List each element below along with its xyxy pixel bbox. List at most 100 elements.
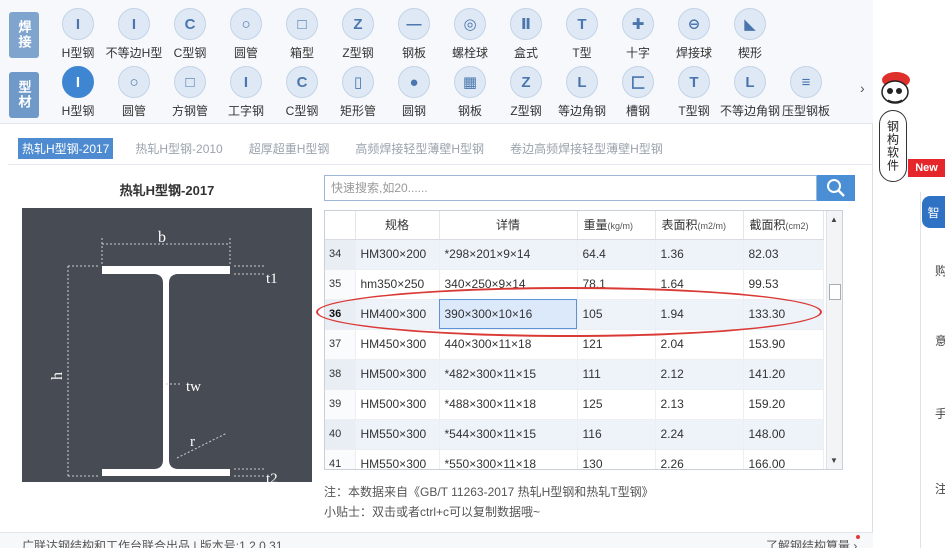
palette-item-profiled-plate[interactable]: ≡ 压型钢板 [778, 66, 834, 120]
cell-weight[interactable]: 125 [577, 389, 656, 420]
cell-section[interactable]: 82.03 [743, 239, 824, 270]
palette-item-round-tube[interactable]: ○ 圆管 [218, 8, 274, 62]
cell-detail[interactable]: *544×300×11×15 [439, 419, 578, 450]
cell-detail[interactable]: *550×300×11×18 [439, 449, 578, 469]
cell-weight[interactable]: 121 [577, 329, 656, 360]
subtab[interactable]: 超厚超重H型钢 [245, 138, 334, 159]
cell-surface[interactable]: 2.26 [655, 449, 744, 469]
cell-section[interactable]: 133.30 [743, 299, 824, 330]
palette-item-round-tube[interactable]: ○ 圆管 [106, 66, 162, 120]
cell-weight[interactable]: 64.4 [577, 239, 656, 270]
table-row[interactable]: 36 HM400×300 390×300×10×16 105 1.94 133.30 [325, 299, 824, 330]
palette-item-welded-ball[interactable]: ⊖ 焊接球 [666, 8, 722, 62]
table-scrollbar[interactable]: ▲ ▼ [826, 211, 842, 469]
palette-item-round-bar[interactable]: ● 圆钢 [386, 66, 442, 120]
palette-item-equal-angle[interactable]: L 等边角钢 [554, 66, 610, 120]
cell-section[interactable]: 159.20 [743, 389, 824, 420]
cell-surface[interactable]: 2.13 [655, 389, 744, 420]
palette-item-unequal-h[interactable]: I 不等边H型 [106, 8, 162, 62]
cell-detail[interactable]: *482×300×11×15 [439, 359, 578, 390]
cell-spec[interactable]: HM500×300 [355, 359, 440, 390]
table-row[interactable]: 41 HM550×300 *550×300×11×18 130 2.26 166.00 [325, 449, 824, 469]
cell-section[interactable]: 99.53 [743, 269, 824, 300]
col-weight-header[interactable]: 重量(kg/m) [577, 211, 656, 240]
cell-surface[interactable]: 1.94 [655, 299, 744, 330]
palette-item-label: 箱型 [289, 46, 314, 60]
palette-item-cross-section[interactable]: ✚ 十字 [610, 8, 666, 62]
cell-section[interactable]: 166.00 [743, 449, 824, 469]
cell-section[interactable]: 148.00 [743, 419, 824, 450]
table-row[interactable]: 40 HM550×300 *544×300×11×15 116 2.24 148.00 [325, 419, 824, 450]
cell-weight[interactable]: 105 [577, 299, 656, 330]
palette-item-t-section[interactable]: T T型 [554, 8, 610, 62]
cell-weight[interactable]: 111 [577, 359, 656, 390]
palette-item-I-beam[interactable]: I H型钢 [50, 66, 106, 120]
search-button[interactable] [817, 175, 855, 201]
cell-spec[interactable]: HM400×300 [355, 299, 440, 330]
subtab[interactable]: 热轧H型钢-2010 [131, 138, 226, 159]
palette-item-square-tube[interactable]: □ 方钢管 [162, 66, 218, 120]
palette-item-box-type[interactable]: Ⅱ 盒式 [498, 8, 554, 62]
cell-detail[interactable]: *298×201×9×14 [439, 239, 578, 270]
palette-item-label: T型钢 [678, 104, 710, 118]
palette-item-channel[interactable]: 匚槽钢 [610, 66, 666, 120]
palette-item-i-steel[interactable]: I 工字钢 [218, 66, 274, 120]
palette-item-label: 圆钢 [401, 104, 426, 118]
cell-surface[interactable]: 2.24 [655, 419, 744, 450]
cell-weight[interactable]: 78.1 [577, 269, 656, 300]
col-spec-header[interactable]: 规格 [355, 211, 440, 240]
palette-item-c-channel[interactable]: C C型钢 [162, 8, 218, 62]
table-row[interactable]: 37 HM450×300 440×300×11×18 121 2.04 153.90 [325, 329, 824, 360]
scroll-thumb[interactable] [829, 284, 841, 300]
cell-spec[interactable]: hm350×250 [355, 269, 440, 300]
palette-item-rect-tube[interactable]: ▯ 矩形管 [330, 66, 386, 120]
cell-surface[interactable]: 1.64 [655, 269, 744, 300]
subtab[interactable]: 卷边高频焊接轻型薄壁H型钢 [506, 138, 667, 159]
cell-spec[interactable]: HM550×300 [355, 449, 440, 469]
palette-item-label: 十字 [625, 46, 650, 60]
cell-detail[interactable]: *488×300×11×18 [439, 389, 578, 420]
cell-surface[interactable]: 2.04 [655, 329, 744, 360]
cell-detail[interactable]: 440×300×11×18 [439, 329, 578, 360]
subtab[interactable]: 热轧H型钢-2017 [18, 137, 114, 159]
palette-item-z-section[interactable]: Z Z型钢 [330, 8, 386, 62]
cell-spec[interactable]: HM300×200 [355, 239, 440, 270]
col-section-header[interactable]: 截面积(cm2) [743, 211, 824, 240]
scroll-up-icon[interactable]: ▲ [830, 215, 838, 224]
learn-more-link[interactable]: 了解钢结构算量 › [766, 537, 857, 548]
cell-weight[interactable]: 116 [577, 419, 656, 450]
chevron-right-icon[interactable]: › [860, 80, 865, 96]
cell-spec[interactable]: HM500×300 [355, 389, 440, 420]
col-surface-header[interactable]: 表面积(m2/m) [655, 211, 744, 240]
palette-item-I-beam[interactable]: I H型钢 [50, 8, 106, 62]
table-row[interactable]: 39 HM500×300 *488×300×11×18 125 2.13 159.20 [325, 389, 824, 420]
palette-item-z-section[interactable]: Z Z型钢 [498, 66, 554, 120]
palette-item-t-section[interactable]: T T型钢 [666, 66, 722, 120]
table-row[interactable]: 35 hm350×250 340×250×9×14 78.1 1.64 99.53 [325, 269, 824, 300]
scroll-down-icon[interactable]: ▼ [830, 456, 838, 465]
cell-detail[interactable]: 340×250×9×14 [439, 269, 578, 300]
search-input[interactable] [325, 176, 816, 200]
cell-surface[interactable]: 2.12 [655, 359, 744, 390]
table-row[interactable]: 38 HM500×300 *482×300×11×15 111 2.12 141.20 [325, 359, 824, 390]
cell-surface[interactable]: 1.36 [655, 239, 744, 270]
palette-item-bolt-ball[interactable]: ◎ 螺栓球 [442, 8, 498, 62]
cell-section[interactable]: 153.90 [743, 329, 824, 360]
cell-spec[interactable]: HM450×300 [355, 329, 440, 360]
group-tab-welded[interactable]: 焊接 [9, 12, 39, 58]
palette-item-c-channel[interactable]: C C型钢 [274, 66, 330, 120]
palette-item-box-section[interactable]: □ 箱型 [274, 8, 330, 62]
palette-item-wedge[interactable]: ◣ 楔形 [722, 8, 778, 62]
side-panel-tab[interactable]: 智 [922, 196, 945, 228]
col-detail-header[interactable]: 详情 [439, 211, 578, 240]
table-row[interactable]: 34 HM300×200 *298×201×9×14 64.4 1.36 82.03 [325, 239, 824, 270]
cell-weight[interactable]: 130 [577, 449, 656, 469]
cell-section[interactable]: 141.20 [743, 359, 824, 390]
cell-spec[interactable]: HM550×300 [355, 419, 440, 450]
palette-item-plate[interactable]: ▦ 钢板 [442, 66, 498, 120]
palette-item-plate[interactable]: — 钢板 [386, 8, 442, 62]
group-tab-profiles[interactable]: 型材 [9, 72, 39, 118]
subtab[interactable]: 高频焊接轻型薄壁H型钢 [351, 138, 488, 159]
palette-item-unequal-angle[interactable]: L 不等边角钢 [720, 66, 780, 120]
cell-detail[interactable]: 390×300×10×16 [439, 299, 578, 330]
